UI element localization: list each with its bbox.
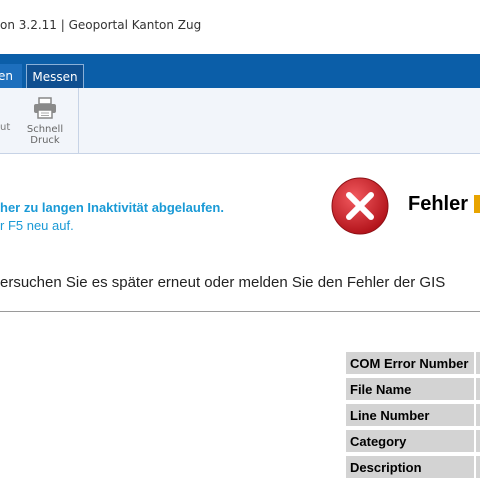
table-row: Line Number (346, 404, 480, 426)
table-cell-value (474, 378, 480, 400)
app-title: on 3.2.11 | Geoportal Kanton Zug (0, 18, 202, 32)
toolbar-item-partial-label[interactable]: ut (0, 122, 10, 133)
file-name-label: File Name (346, 378, 474, 400)
error-details-table: COM Error Number File Name Line Number C… (346, 348, 480, 482)
table-row: Category (346, 430, 480, 452)
line-number-label: Line Number (346, 404, 474, 426)
table-cell-value (474, 352, 480, 374)
table-cell-value (474, 430, 480, 452)
table-cell-value (474, 404, 480, 426)
tab-messen[interactable]: Messen (26, 64, 84, 88)
toolbar-ribbon (0, 88, 480, 154)
divider (0, 311, 480, 312)
header-bar: on 3.2.11 | Geoportal Kanton Zug (0, 0, 480, 54)
tab-partial[interactable]: en (0, 64, 22, 88)
error-title: Fehler (408, 193, 469, 215)
table-row: COM Error Number (346, 352, 480, 374)
toolbar-separator (78, 88, 79, 154)
printer-icon[interactable] (32, 97, 58, 119)
print-button-label[interactable]: Schnell Druck (22, 124, 68, 146)
description-label: Description (346, 456, 474, 478)
error-title-accent (474, 195, 480, 213)
reload-hint-message: r F5 neu auf. (0, 218, 74, 233)
table-row: File Name (346, 378, 480, 400)
category-label: Category (346, 430, 474, 452)
com-error-number-label: COM Error Number (346, 352, 474, 374)
error-instructions: ersuchen Sie es später erneut oder melde… (0, 274, 446, 291)
error-icon (331, 177, 389, 235)
session-expired-message: her zu langen Inaktivität abgelaufen. (0, 200, 224, 215)
table-row: Description (346, 456, 480, 478)
table-cell-value (474, 456, 480, 478)
